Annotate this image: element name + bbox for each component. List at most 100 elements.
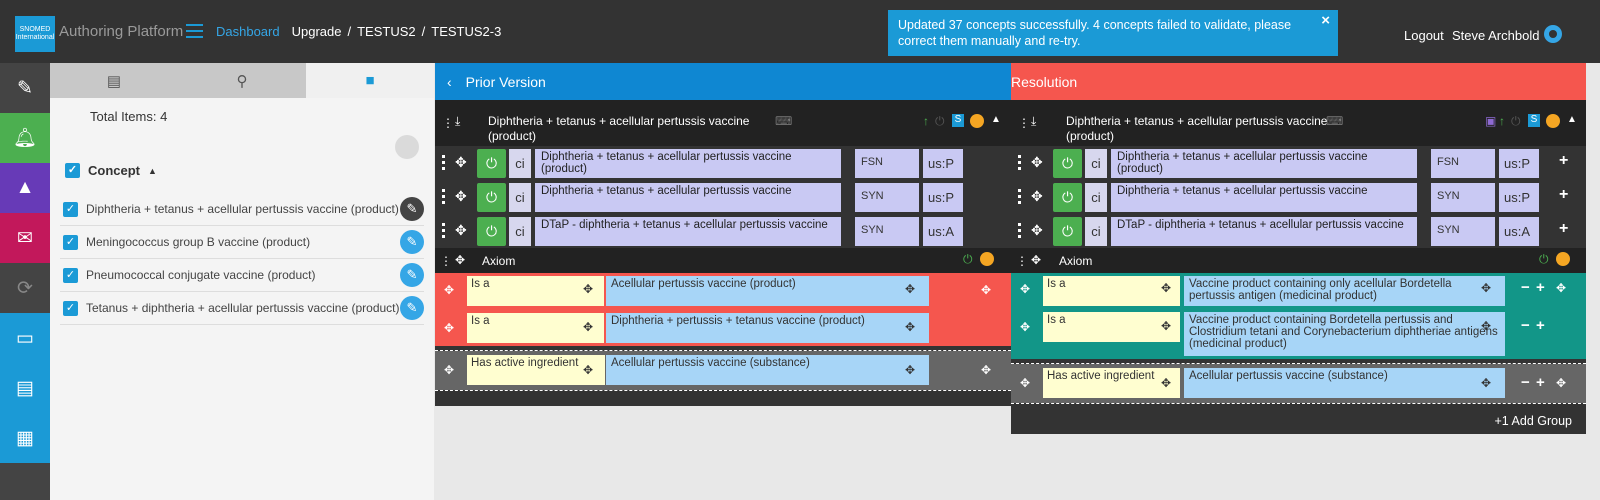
grid-icon[interactable]: ▦ bbox=[0, 413, 50, 463]
move-icon[interactable]: ✥ bbox=[1481, 376, 1491, 390]
power-icon[interactable]: ⏻ bbox=[935, 114, 945, 129]
move-icon[interactable]: ✥ bbox=[444, 283, 454, 297]
move-icon[interactable]: ✥ bbox=[1031, 188, 1043, 205]
select-all-checkbox[interactable]: ✓ bbox=[65, 163, 80, 178]
description-type[interactable]: SYN bbox=[855, 217, 919, 246]
move-icon[interactable]: ✥ bbox=[1031, 253, 1041, 267]
move-icon[interactable]: ✥ bbox=[1481, 281, 1491, 295]
breadcrumb-upgrade[interactable]: Upgrade bbox=[292, 24, 342, 39]
remove-icon[interactable]: − bbox=[1521, 279, 1530, 296]
drag-handle-icon[interactable] bbox=[1018, 155, 1021, 170]
item-checkbox[interactable]: ✓ bbox=[63, 234, 78, 250]
relationship-target[interactable]: Vaccine product containing Bordetella pe… bbox=[1184, 312, 1505, 356]
keyboard-icon[interactable]: ⌨ bbox=[1326, 114, 1343, 128]
list-item[interactable]: ✓ Tetanus + diphtheria + acellular pertus… bbox=[60, 292, 424, 325]
snomed-s-icon[interactable]: S bbox=[1528, 114, 1540, 127]
active-toggle[interactable]: ⏻ bbox=[477, 217, 506, 246]
add-icon[interactable]: + bbox=[1559, 220, 1568, 238]
move-icon[interactable]: ✥ bbox=[1161, 376, 1171, 390]
drag-handle-icon[interactable] bbox=[1018, 223, 1021, 238]
relationship-type[interactable]: Is a bbox=[1043, 312, 1180, 342]
clipboard-icon[interactable]: ▣ bbox=[1485, 114, 1496, 128]
power-icon[interactable]: ⏻ bbox=[1511, 114, 1521, 129]
move-icon[interactable]: ✥ bbox=[1020, 320, 1030, 334]
active-toggle[interactable]: ⏻ bbox=[477, 149, 506, 178]
breadcrumb-dashboard[interactable]: Dashboard bbox=[216, 24, 280, 39]
move-icon[interactable]: ✥ bbox=[444, 363, 454, 377]
more-icon[interactable] bbox=[980, 252, 994, 266]
tab-taxonomy[interactable]: ▤ bbox=[50, 63, 178, 98]
tab-batch[interactable]: ■ bbox=[306, 63, 434, 98]
mail-icon[interactable]: ✉ bbox=[0, 213, 50, 263]
item-checkbox[interactable]: ✓ bbox=[63, 201, 78, 217]
bell-icon[interactable]: 🔔︎ bbox=[0, 113, 50, 163]
description-term[interactable]: Diphtheria + tetanus + acellular pertuss… bbox=[1111, 149, 1417, 178]
sync-icon[interactable]: ⟳ bbox=[0, 263, 50, 313]
window-icon[interactable]: ▤ bbox=[0, 363, 50, 413]
case-significance[interactable]: ci bbox=[509, 183, 531, 212]
active-toggle[interactable]: ⏻ bbox=[1053, 217, 1082, 246]
export-icon[interactable]: ⤓ bbox=[1031, 114, 1036, 129]
edit-icon[interactable]: ✎ bbox=[400, 197, 424, 221]
user-name[interactable]: Steve Archbold bbox=[1452, 28, 1539, 43]
monitor-icon[interactable]: ▭ bbox=[0, 313, 50, 363]
description-term[interactable]: Diphtheria + tetanus + acellular pertuss… bbox=[535, 183, 841, 212]
drag-handle-icon[interactable]: ⋮ bbox=[440, 254, 452, 268]
relationship-target[interactable]: Acellular pertussis vaccine (substance) bbox=[606, 355, 929, 385]
move-icon[interactable]: ✥ bbox=[1556, 281, 1566, 295]
move-icon[interactable]: ✥ bbox=[455, 253, 465, 267]
active-toggle[interactable]: ⏻ bbox=[1053, 183, 1082, 212]
gear-icon[interactable] bbox=[1544, 25, 1562, 43]
breadcrumb-task[interactable]: TESTUS2-3 bbox=[431, 24, 501, 39]
description-type[interactable]: SYN bbox=[1431, 217, 1495, 246]
acceptability[interactable]: us:P bbox=[923, 149, 963, 178]
logout-link[interactable]: Logout bbox=[1404, 28, 1444, 43]
move-icon[interactable]: ✥ bbox=[1481, 319, 1491, 333]
collapse-icon[interactable]: ▲ bbox=[1567, 114, 1577, 125]
graduation-cap-icon[interactable]: ▲ bbox=[0, 163, 50, 213]
case-significance[interactable]: ci bbox=[1085, 217, 1107, 246]
edit-icon[interactable]: ✎ bbox=[400, 230, 424, 254]
acceptability[interactable]: us:P bbox=[1499, 149, 1539, 178]
move-icon[interactable]: ✥ bbox=[583, 320, 593, 334]
item-checkbox[interactable]: ✓ bbox=[63, 267, 78, 283]
move-icon[interactable]: ✥ bbox=[455, 222, 467, 239]
relationship-target[interactable]: Vaccine product containing only acellula… bbox=[1184, 276, 1505, 306]
description-type[interactable]: SYN bbox=[855, 183, 919, 212]
relationship-type[interactable]: Is a bbox=[1043, 276, 1180, 306]
description-type[interactable]: FSN bbox=[1431, 149, 1495, 178]
add-icon[interactable]: + bbox=[1536, 317, 1545, 334]
edit-icon[interactable]: ✎ bbox=[0, 63, 50, 113]
more-icon[interactable] bbox=[1546, 114, 1560, 128]
add-icon[interactable]: + bbox=[1559, 152, 1568, 170]
breadcrumb-project[interactable]: TESTUS2 bbox=[357, 24, 416, 39]
promote-icon[interactable]: ↑ bbox=[1499, 114, 1505, 128]
active-toggle[interactable]: ⏻ bbox=[1053, 149, 1082, 178]
concept-column-header[interactable]: ✓ Concept ▲ bbox=[65, 163, 157, 178]
list-item[interactable]: ✓ Pneumococcal conjugate vaccine (product… bbox=[60, 259, 424, 292]
description-term[interactable]: DTaP - diphtheria + tetanus + acellular … bbox=[1111, 217, 1417, 246]
more-icon[interactable] bbox=[1556, 252, 1570, 266]
move-icon[interactable]: ✥ bbox=[1161, 281, 1171, 295]
more-icon[interactable] bbox=[970, 114, 984, 128]
chevron-left-icon[interactable]: ‹ bbox=[447, 74, 452, 90]
move-icon[interactable]: ✥ bbox=[455, 154, 467, 171]
snomed-s-icon[interactable]: S bbox=[952, 114, 964, 127]
acceptability[interactable]: us:A bbox=[923, 217, 963, 246]
move-icon[interactable]: ✥ bbox=[905, 282, 915, 296]
case-significance[interactable]: ci bbox=[509, 149, 531, 178]
move-icon[interactable]: ✥ bbox=[1031, 154, 1043, 171]
relationship-target[interactable]: Acellular pertussis vaccine (substance) bbox=[1184, 368, 1505, 398]
move-icon[interactable]: ✥ bbox=[905, 320, 915, 334]
description-term[interactable]: Diphtheria + tetanus + acellular pertuss… bbox=[1111, 183, 1417, 212]
list-item[interactable]: ✓ Meningococcus group B vaccine (product)… bbox=[60, 226, 424, 259]
add-icon[interactable]: + bbox=[1536, 374, 1545, 391]
description-term[interactable]: Diphtheria + tetanus + acellular pertuss… bbox=[535, 149, 841, 178]
description-term[interactable]: DTaP - diphtheria + tetanus + acellular … bbox=[535, 217, 841, 246]
item-checkbox[interactable]: ✓ bbox=[63, 300, 78, 316]
move-icon[interactable]: ✥ bbox=[1031, 222, 1043, 239]
add-group-button[interactable]: +1 Add Group bbox=[1495, 414, 1573, 428]
remove-icon[interactable]: − bbox=[1521, 317, 1530, 334]
add-icon[interactable]: + bbox=[1536, 279, 1545, 296]
drag-handle-icon[interactable] bbox=[442, 155, 445, 170]
